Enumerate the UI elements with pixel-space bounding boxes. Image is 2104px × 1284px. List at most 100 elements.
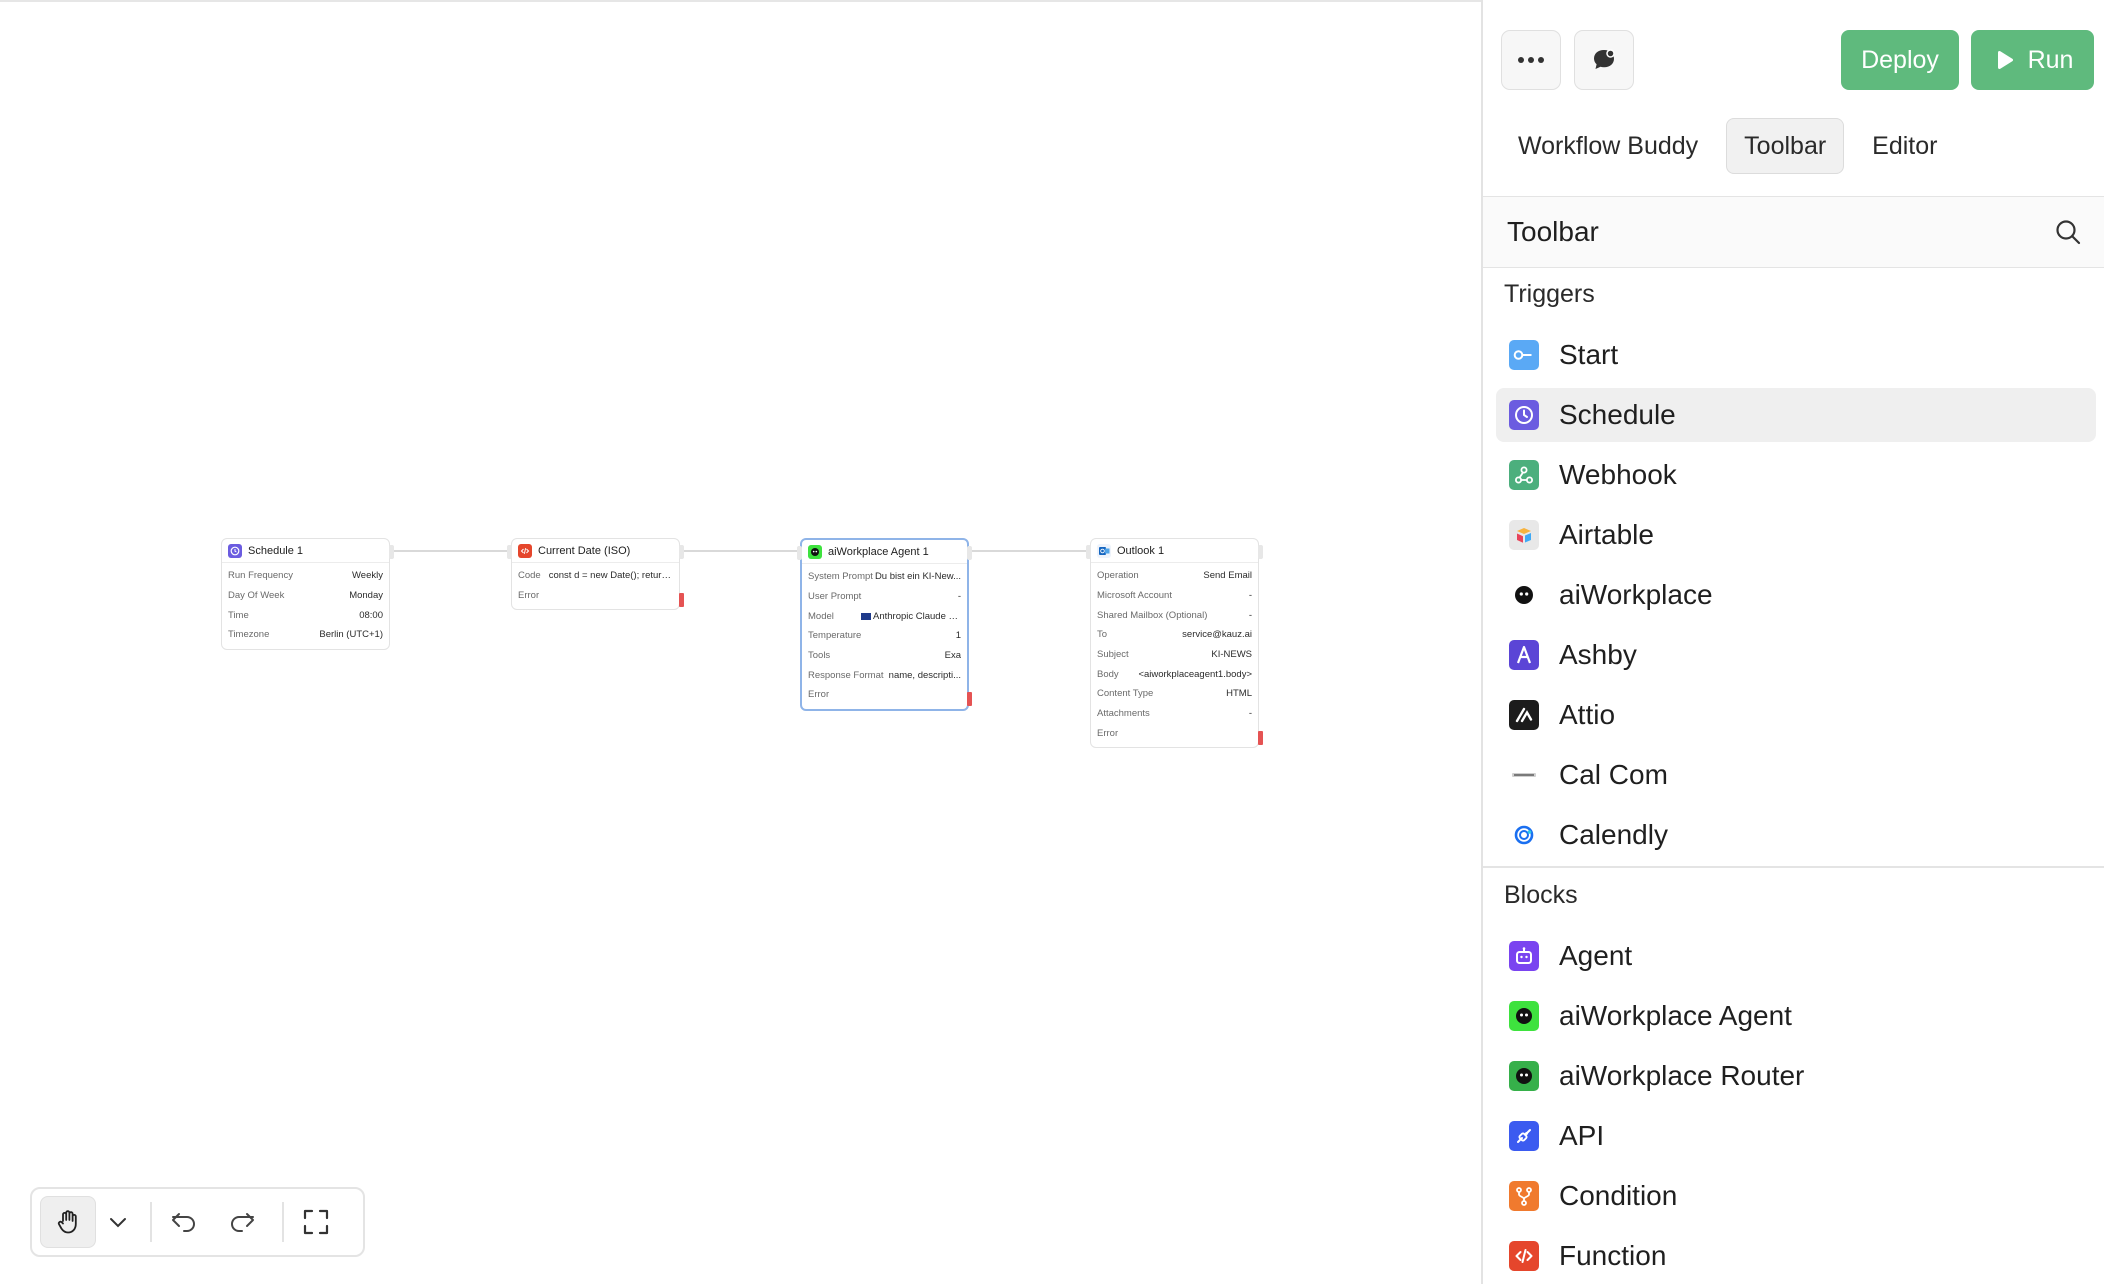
input-handle[interactable] — [507, 545, 512, 559]
trigger-item-webhook[interactable]: Webhook — [1496, 448, 2096, 502]
node-title: aiWorkplace Agent 1 — [828, 545, 929, 558]
node-row: Temperature 1 — [802, 626, 967, 646]
outlook-icon — [1097, 543, 1111, 558]
row-key: Shared Mailbox (Optional) — [1097, 609, 1208, 621]
undo-button[interactable] — [162, 1196, 206, 1248]
node-aiworkplace-agent[interactable]: aiWorkplace Agent 1 System Prompt Du bist… — [797, 538, 972, 711]
row-key: Response Format — [808, 669, 884, 681]
chat-button[interactable] — [1574, 30, 1634, 90]
row-value: Exa — [944, 650, 961, 662]
node-schedule[interactable]: Schedule 1 Run Frequency Weekly Day Of We… — [221, 538, 394, 650]
row-value: 08:00 — [359, 609, 383, 621]
block-item-agent[interactable]: Agent — [1496, 929, 2096, 983]
output-handle[interactable] — [679, 545, 684, 559]
row-key: Tools — [808, 650, 831, 662]
item-label: Webhook — [1559, 459, 1677, 490]
error-handle[interactable] — [1258, 731, 1263, 745]
trigger-item-attio[interactable]: Attio — [1496, 688, 2096, 742]
trigger-item-aiworkplace[interactable]: aiWorkplace — [1496, 568, 2096, 622]
node-row: Day Of Week Monday — [222, 586, 389, 606]
trigger-item-airtable[interactable]: Airtable — [1496, 508, 2096, 562]
row-key: Operation — [1097, 570, 1139, 582]
calcom-icon — [1509, 760, 1539, 790]
node-row: Subject KI-NEWS — [1091, 645, 1258, 665]
section-divider — [1483, 866, 2104, 868]
node-row: Microsoft Account - — [1091, 586, 1258, 606]
tab-toolbar[interactable]: Toolbar — [1726, 118, 1845, 174]
row-value: KI-NEWS — [1211, 649, 1252, 661]
output-handle[interactable] — [389, 545, 394, 559]
webhook-icon — [1509, 460, 1539, 490]
ashby-icon — [1509, 640, 1539, 670]
node-row: Error — [1091, 724, 1258, 744]
row-value: Weekly — [352, 570, 383, 582]
blocks-heading: Blocks — [1504, 881, 1578, 909]
row-key: Code — [518, 570, 541, 582]
error-handle[interactable] — [967, 692, 972, 706]
trigger-item-start[interactable]: Start — [1496, 328, 2096, 382]
deploy-button[interactable]: Deploy — [1841, 30, 1959, 90]
api-icon — [1509, 1121, 1539, 1151]
condition-icon — [1509, 1181, 1539, 1211]
tab-workflow-buddy[interactable]: Workflow Buddy — [1500, 118, 1716, 174]
node-outlook[interactable]: Outlook 1 Operation Send Email Microsoft … — [1086, 538, 1263, 749]
row-key: Error — [808, 689, 830, 701]
row-key: Time — [228, 609, 249, 621]
fit-view-button[interactable] — [294, 1196, 338, 1248]
fullscreen-icon — [303, 1209, 329, 1235]
item-label: Calendly — [1559, 819, 1668, 850]
block-item-aiworkplace-router[interactable]: aiWorkplace Router — [1496, 1049, 2096, 1103]
item-label: Function — [1559, 1240, 1667, 1271]
error-handle[interactable] — [679, 593, 684, 607]
item-label: Cal Com — [1559, 759, 1668, 790]
search-icon[interactable] — [2054, 218, 2082, 246]
redo-button[interactable] — [220, 1196, 264, 1248]
block-item-condition[interactable]: Condition — [1496, 1169, 2096, 1223]
node-row: Error — [802, 685, 967, 705]
airtable-icon — [1509, 520, 1539, 550]
item-label: Schedule — [1559, 399, 1676, 430]
node-current-date[interactable]: Current Date (ISO) Code const d = new Dat… — [507, 538, 684, 611]
trigger-item-calendly[interactable]: Calendly — [1496, 808, 2096, 862]
row-key: Content Type — [1097, 688, 1154, 700]
edge-agent-to-outlook — [970, 550, 1088, 552]
row-key: Attachments — [1097, 708, 1150, 720]
node-row: Response Format name, descripti... — [802, 665, 967, 685]
item-label: Ashby — [1559, 639, 1637, 670]
input-handle[interactable] — [1086, 545, 1091, 559]
item-label: Start — [1559, 339, 1619, 370]
workflow-canvas[interactable]: Schedule 1 Run Frequency Weekly Day Of We… — [0, 2, 1481, 1284]
output-handle[interactable] — [967, 546, 972, 560]
model-name: Anthropic Claude Sonne... — [873, 610, 961, 622]
trigger-item-ashby[interactable]: Ashby — [1496, 628, 2096, 682]
hand-icon — [57, 1210, 77, 1234]
block-item-api[interactable]: API — [1496, 1109, 2096, 1163]
node-title: Outlook 1 — [1117, 544, 1165, 557]
run-label: Run — [2027, 45, 2074, 74]
node-row: System Prompt Du bist ein KI-New... — [802, 567, 967, 587]
node-row: Timezone Berlin (UTC+1) — [222, 625, 389, 645]
output-handle[interactable] — [1258, 545, 1263, 559]
deploy-label: Deploy — [1861, 45, 1939, 74]
more-options-button[interactable] — [1501, 30, 1561, 90]
item-label: API — [1559, 1120, 1605, 1151]
block-item-function[interactable]: Function — [1496, 1229, 2096, 1283]
input-handle[interactable] — [797, 546, 802, 560]
triggers-heading: Triggers — [1504, 280, 1595, 308]
tab-editor[interactable]: Editor — [1854, 118, 1955, 174]
function-icon — [1509, 1241, 1539, 1271]
trigger-item-schedule[interactable]: Schedule — [1496, 388, 2096, 442]
mode-dropdown-button[interactable] — [96, 1196, 140, 1248]
row-key: System Prompt — [808, 571, 873, 583]
node-row: Content Type HTML — [1091, 684, 1258, 704]
trigger-item-cal-com[interactable]: Cal Com — [1496, 748, 2096, 802]
run-button[interactable]: Run — [1971, 30, 2094, 90]
item-label: Attio — [1559, 699, 1616, 730]
block-item-aiworkplace-agent[interactable]: aiWorkplace Agent — [1496, 989, 2096, 1043]
toolbar-search-bar[interactable]: Toolbar — [1483, 196, 2104, 268]
node-row: Operation Send Email — [1091, 566, 1258, 586]
pan-mode-button[interactable] — [40, 1196, 96, 1248]
row-value: Anthropic Claude Sonne... — [861, 611, 961, 622]
chevron-down-icon — [110, 1218, 126, 1228]
start-icon — [1509, 340, 1539, 370]
